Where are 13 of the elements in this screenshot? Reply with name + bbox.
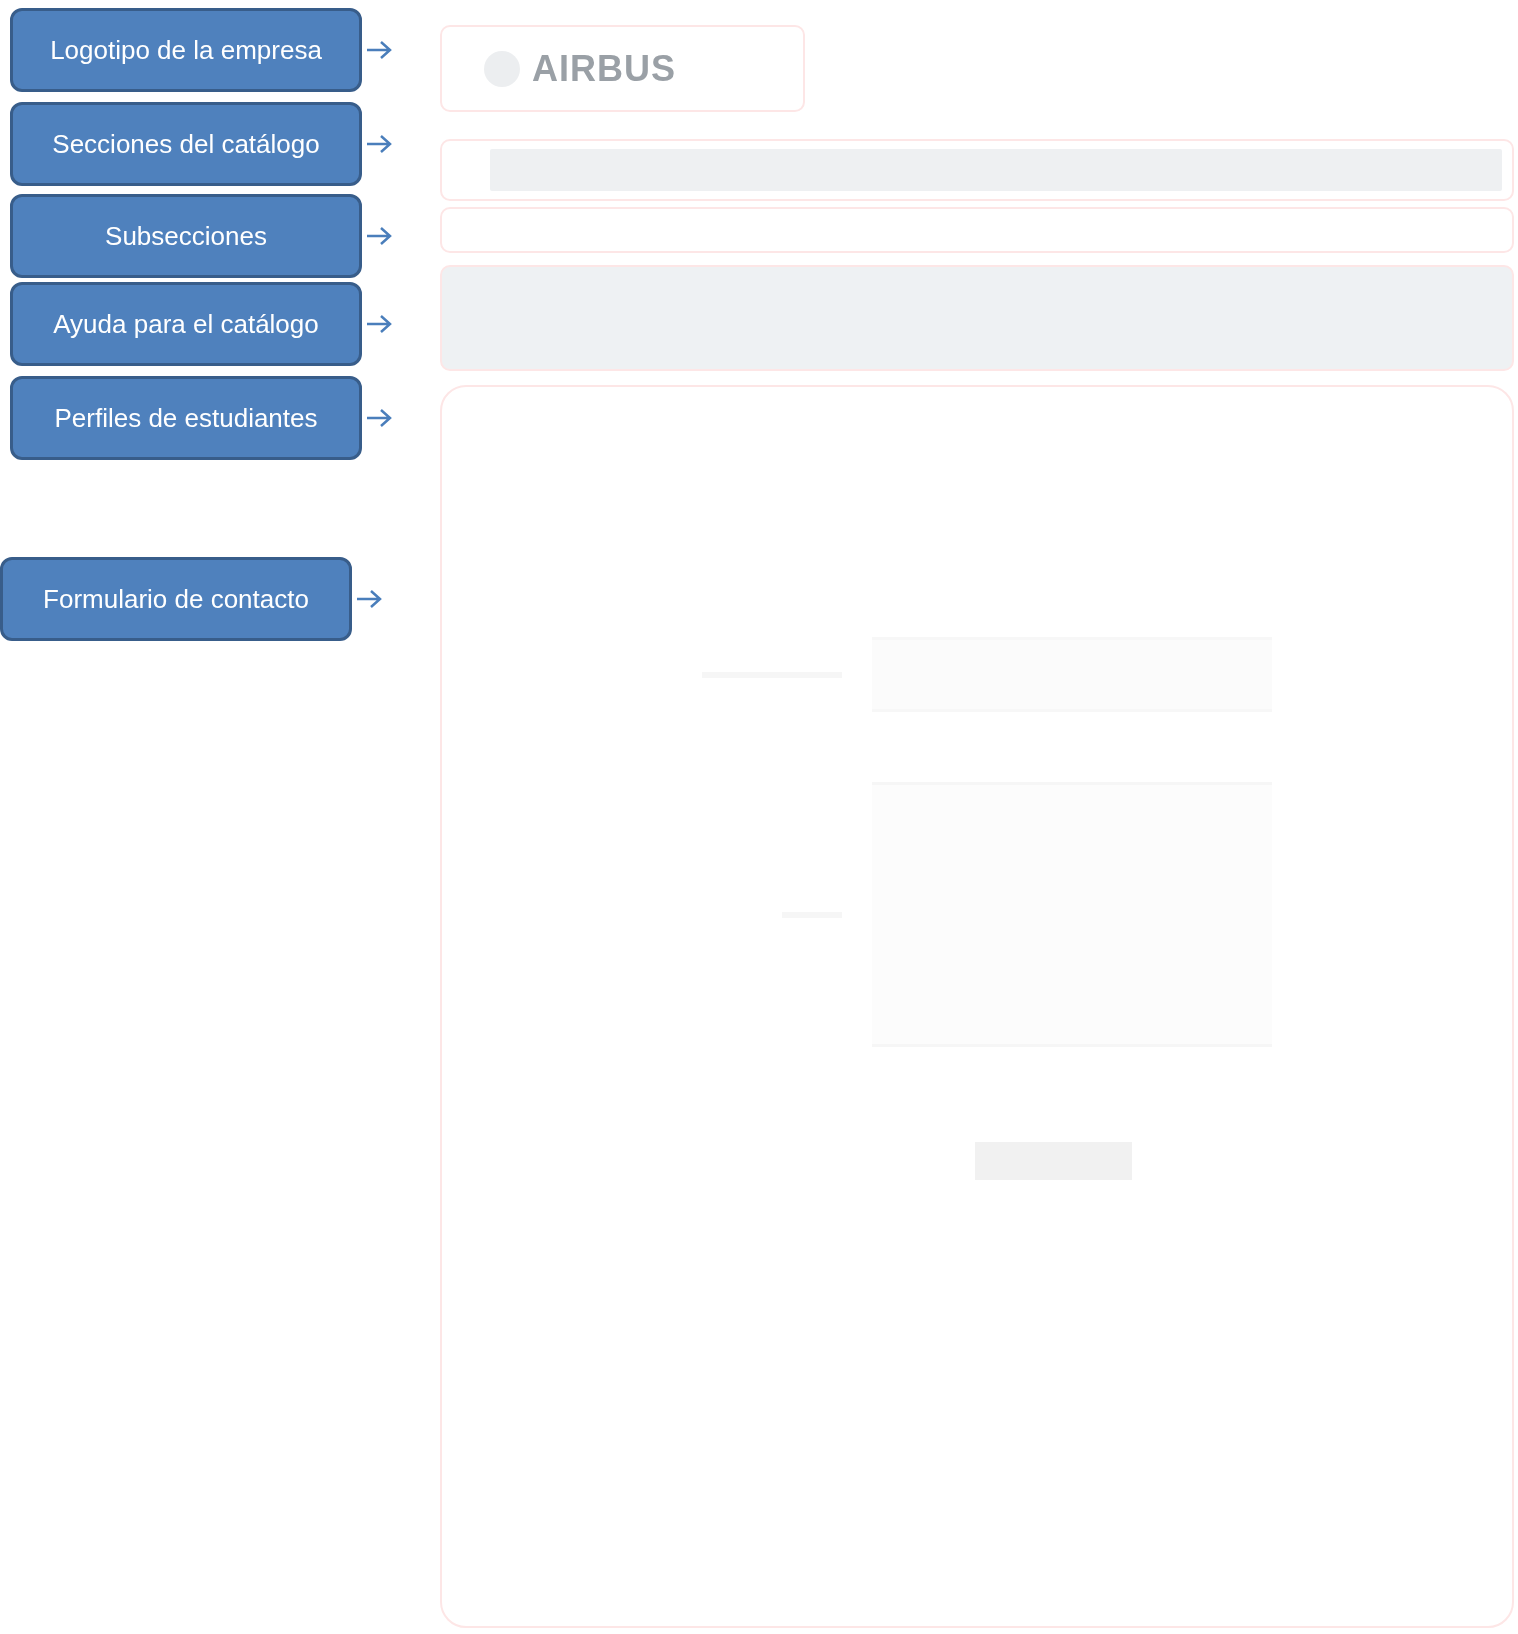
callout-label: Ayuda para el catálogo (10, 282, 362, 366)
callout-label: Logotipo de la empresa (10, 8, 362, 92)
arrow-icon (366, 226, 392, 246)
arrow-icon (356, 589, 382, 609)
callout-label: Secciones del catálogo (10, 102, 362, 186)
arrow-icon (366, 314, 392, 334)
callout-label: Formulario de contacto (0, 557, 352, 641)
callout-label: Subsecciones (10, 194, 362, 278)
arrow-icon (366, 134, 392, 154)
arrow-icon (366, 40, 392, 60)
logo-text: AIRBUS (532, 46, 676, 91)
callout-label: Perfiles de estudiantes (10, 376, 362, 460)
arrow-icon (366, 408, 392, 428)
